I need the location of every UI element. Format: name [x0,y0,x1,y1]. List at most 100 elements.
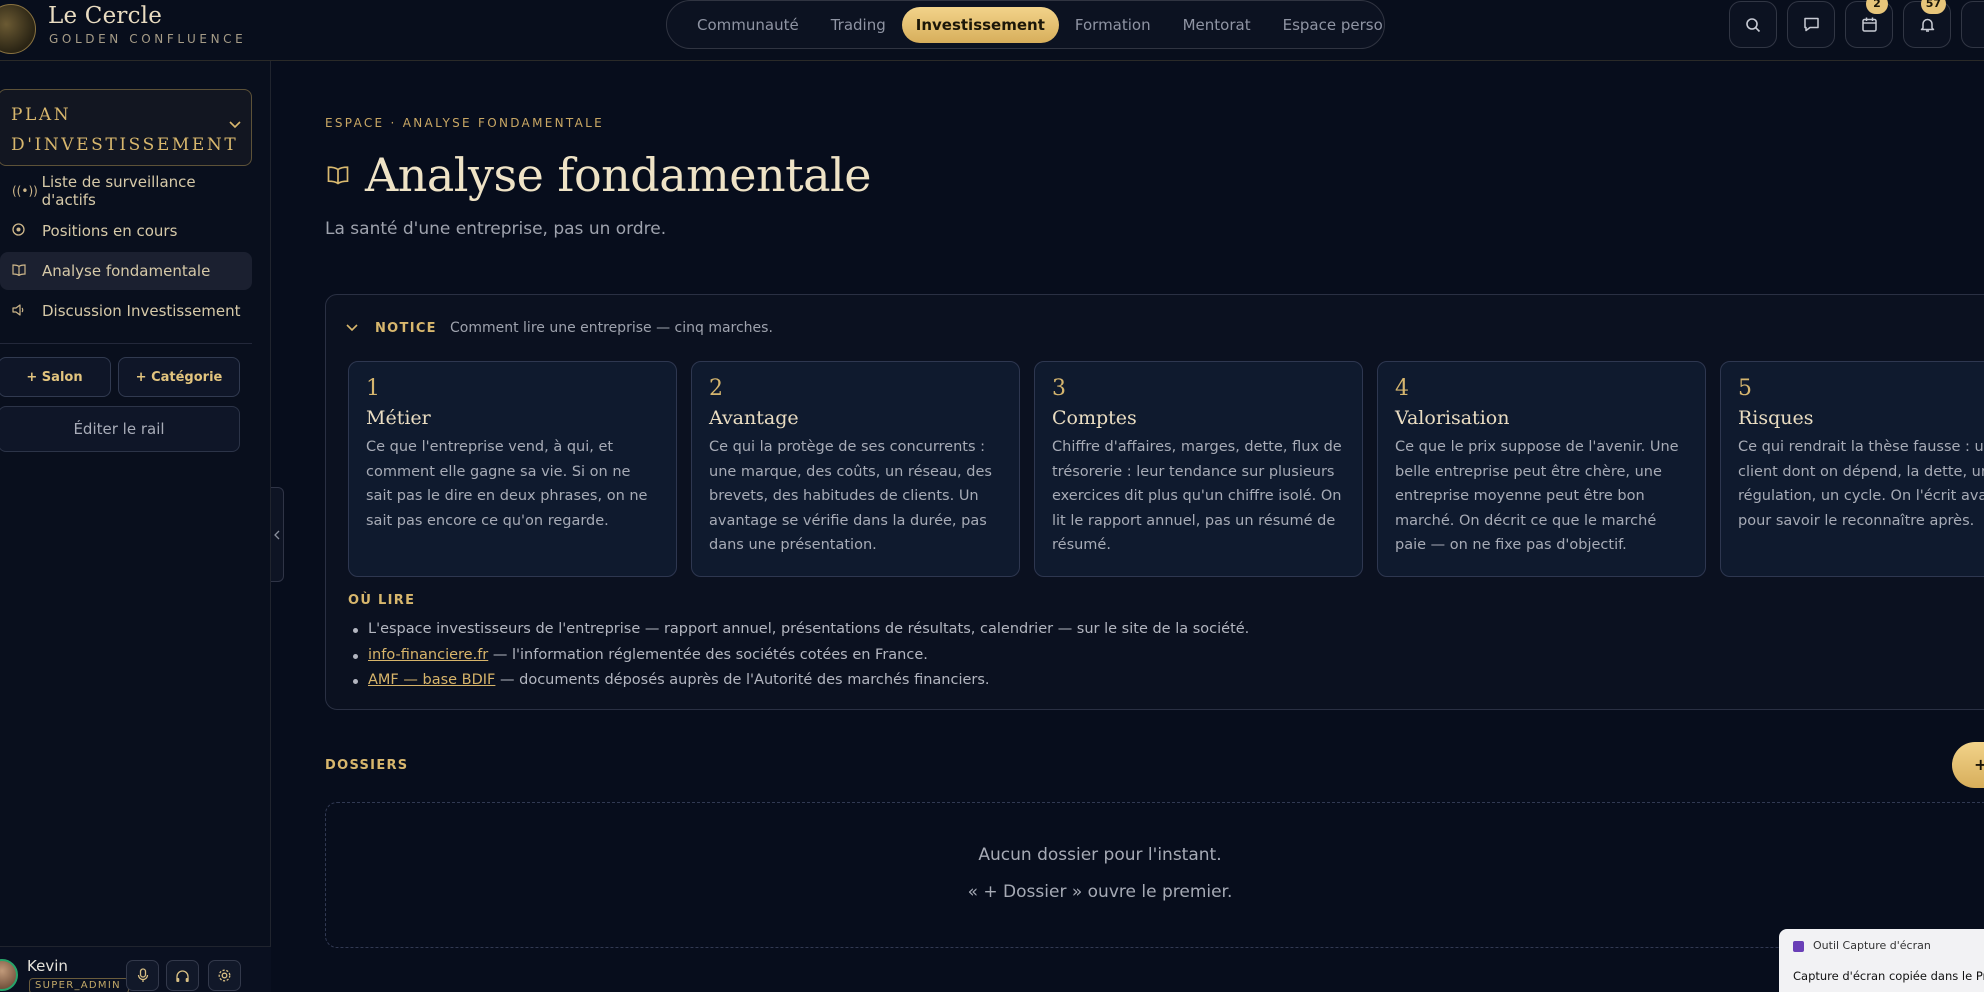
plan-selector[interactable]: PLAN D'INVESTISSEMENT [0,89,252,166]
step-text: Chiffre d'affaires, marges, dette, flux … [1052,439,1342,553]
page-title: Analyse fondamentale [365,148,871,202]
edit-rail-button[interactable]: Éditer le rail [0,406,240,452]
snipping-tool-icon [1793,941,1804,952]
chat-icon [1803,17,1819,32]
calendar-button[interactable]: 2 [1845,0,1893,48]
step-number: 3 [1052,376,1066,401]
sidebar-item-label: Analyse fondamentale [42,262,211,280]
step-title: Comptes [1052,407,1137,429]
user-role-badge: SUPER_ADMIN [29,978,129,992]
toast-app-name: Outil Capture d'écran [1813,939,1931,952]
notice-panel: NOTICE Comment lire une entreprise — cin… [325,294,1984,710]
user-settings-button[interactable] [208,960,241,991]
target-icon [12,223,42,239]
user-name: Kevin [27,957,68,975]
dossiers-label: DOSSIERS [325,758,409,773]
step-text: Ce que le prix suppose de l'avenir. Une … [1395,439,1679,553]
step-number: 5 [1738,376,1752,401]
add-dossier-button[interactable]: + [1952,742,1984,788]
where-to-read-label: OÙ LIRE [348,593,416,608]
sources-list: L'espace investisseurs de l'entreprise —… [348,617,1249,694]
plan-label: PLAN D'INVESTISSEMENT [11,105,239,155]
user-bar: Kevin SUPER_ADMIN [0,946,271,992]
top-bar: Le Cercle GOLDEN CONFLUENCE Communauté T… [0,0,1984,61]
nav-item-trading[interactable]: Trading [815,7,902,43]
sidebar-item-analyse[interactable]: Analyse fondamentale [0,252,252,290]
step-title: Métier [366,407,431,429]
search-icon [1746,17,1761,32]
step-title: Avantage [709,407,799,429]
sidebar-item-label: Discussion Investissement [42,302,241,320]
toast-message: Capture d'écran copiée dans le Presse-pa… [1793,969,1984,983]
sidebar-item-discussion[interactable]: Discussion Investissement [0,292,252,330]
sidebar-item-watchlist[interactable]: ((•)) Liste de surveillance d'actifs [0,172,252,210]
step-text: Ce qui la protège de ses concurrents : u… [709,439,992,553]
search-button[interactable] [1729,1,1777,48]
empty-state-hint: « + Dossier » ouvre le premier. [967,882,1233,902]
messages-button[interactable] [1787,1,1835,48]
screenshot-toast[interactable]: Outil Capture d'écran Capture d'écran co… [1779,929,1984,992]
step-text: Ce qui rendrait la thèse fausse : un cli… [1738,439,1984,529]
dossiers-empty-state: Aucun dossier pour l'instant. « + Dossie… [325,802,1984,948]
settings-button[interactable] [1961,1,1984,48]
list-item: AMF — base BDIF — documents déposés aupr… [348,668,1249,694]
chevron-down-icon[interactable] [346,321,358,336]
add-category-button[interactable]: + Catégorie [118,357,240,397]
bell-icon [1920,18,1934,32]
step-card: 4 Valorisation Ce que le prix suppose de… [1377,361,1706,577]
step-card: 3 Comptes Chiffre d'affaires, marges, de… [1034,361,1363,577]
brand-logo[interactable] [0,4,36,54]
notifications-button[interactable]: 57 [1903,0,1951,48]
sidebar-divider [0,343,252,344]
breadcrumb: ESPACE · ANALYSE FONDAMENTALE [325,116,604,130]
nav-item-mentorat[interactable]: Mentorat [1167,7,1267,43]
brand-subtitle: GOLDEN CONFLUENCE [49,32,247,46]
nav-item-communaute[interactable]: Communauté [681,7,815,43]
sidebar-item-label: Liste de surveillance d'actifs [41,173,196,209]
collapse-rail-handle[interactable] [271,487,284,582]
headphones-icon [176,969,189,982]
book-icon [12,263,42,279]
nav-item-formation[interactable]: Formation [1059,7,1167,43]
page-subtitle: La santé d'une entreprise, pas un ordre. [325,219,667,239]
step-card: 2 Avantage Ce qui la protège de ses conc… [691,361,1020,577]
calendar-icon [1861,17,1877,32]
step-title: Valorisation [1395,407,1510,429]
avatar[interactable] [0,959,18,991]
nav-item-investissement[interactable]: Investissement [901,6,1059,43]
step-number: 2 [709,376,723,401]
step-number: 1 [366,376,380,401]
source-text: — documents déposés auprès de l'Autorité… [495,672,990,688]
notice-tag[interactable]: NOTICE [375,321,437,336]
brand-title: Le Cercle [48,3,163,29]
headphones-button[interactable] [166,960,199,991]
speaker-icon [12,303,42,319]
empty-state-text: Aucun dossier pour l'instant. [978,845,1222,865]
list-item: info-financiere.fr — l'information régle… [348,643,1249,669]
list-item: L'espace investisseurs de l'entreprise —… [348,617,1249,643]
sidebar-item-positions[interactable]: Positions en cours [0,212,252,250]
chevron-left-icon [274,530,280,539]
source-text: L'espace investisseurs de l'entreprise —… [368,621,1250,637]
mic-button[interactable] [126,960,159,991]
notice-description: Comment lire une entreprise — cinq march… [450,320,773,336]
book-icon [327,166,349,191]
source-link[interactable]: AMF — base BDIF [368,672,495,688]
main-nav: Communauté Trading Investissement Format… [666,0,1385,49]
step-text: Ce que l'entreprise vend, à qui, et comm… [366,439,648,529]
nav-item-espace-perso[interactable]: Espace perso [1267,7,1399,43]
broadcast-icon: ((•)) [12,184,38,198]
step-card: 1 Métier Ce que l'entreprise vend, à qui… [348,361,677,577]
mic-icon [137,968,148,982]
add-salon-button[interactable]: + Salon [0,357,111,397]
notifications-badge: 57 [1920,0,1946,14]
step-number: 4 [1395,376,1409,401]
sidebar-item-label: Positions en cours [42,222,178,240]
gear-icon [218,969,231,982]
sidebar: PLAN D'INVESTISSEMENT ((•)) Liste de sur… [0,61,271,992]
chevron-down-icon [229,118,241,133]
step-card: 5 Risques Ce qui rendrait la thèse fauss… [1720,361,1984,577]
calendar-badge: 2 [1866,0,1888,14]
source-text: — l'information réglementée des sociétés… [488,646,928,663]
source-link[interactable]: info-financiere.fr [368,647,488,663]
